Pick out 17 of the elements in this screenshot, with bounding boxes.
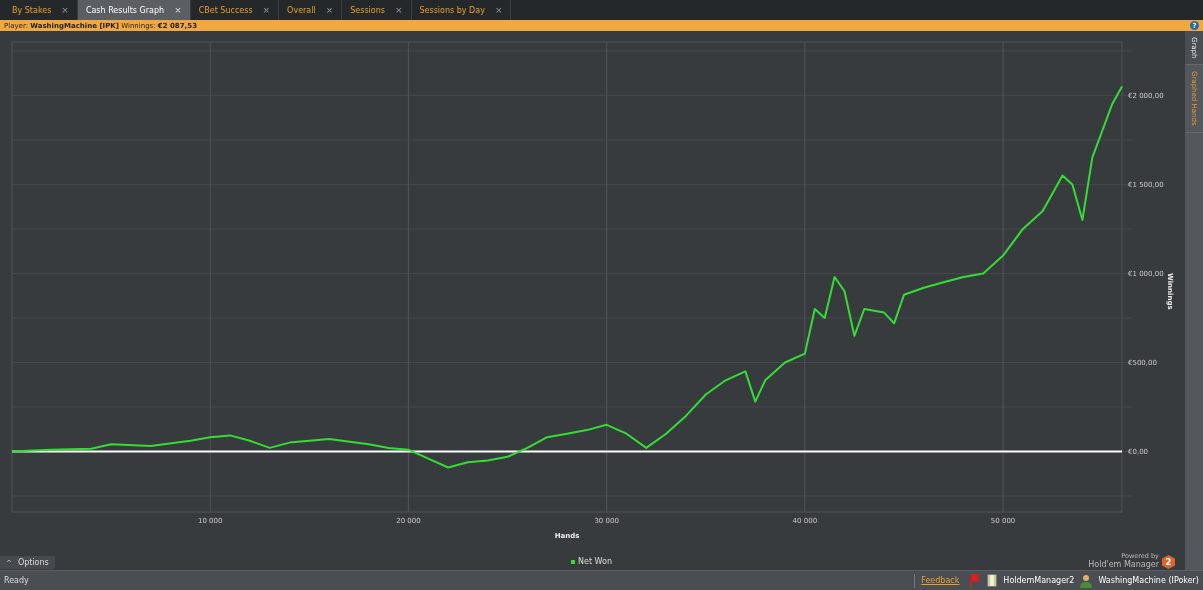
close-icon[interactable]: ×	[61, 5, 69, 15]
close-icon[interactable]: ×	[394, 5, 403, 15]
close-icon[interactable]: ×	[174, 5, 182, 15]
user-icon	[1080, 573, 1093, 588]
database-name: HoldemManager2	[1003, 576, 1075, 585]
brand-badge: 2	[1162, 555, 1175, 569]
close-icon[interactable]: ×	[262, 5, 271, 15]
brand-name: Hold'em Manager	[1088, 560, 1159, 569]
feedback-link[interactable]: Feedback	[921, 576, 960, 585]
player-name: WashingMachine (IPoker)	[1098, 576, 1199, 585]
flag-icon[interactable]	[969, 574, 982, 587]
close-icon[interactable]: ×	[325, 5, 334, 15]
legend-label: Net Won	[578, 557, 612, 566]
database-icon	[987, 574, 998, 587]
close-icon[interactable]: ×	[494, 5, 503, 15]
tab[interactable]: Cash Results Graph ×	[77, 0, 191, 20]
status-text: Ready	[4, 576, 29, 585]
